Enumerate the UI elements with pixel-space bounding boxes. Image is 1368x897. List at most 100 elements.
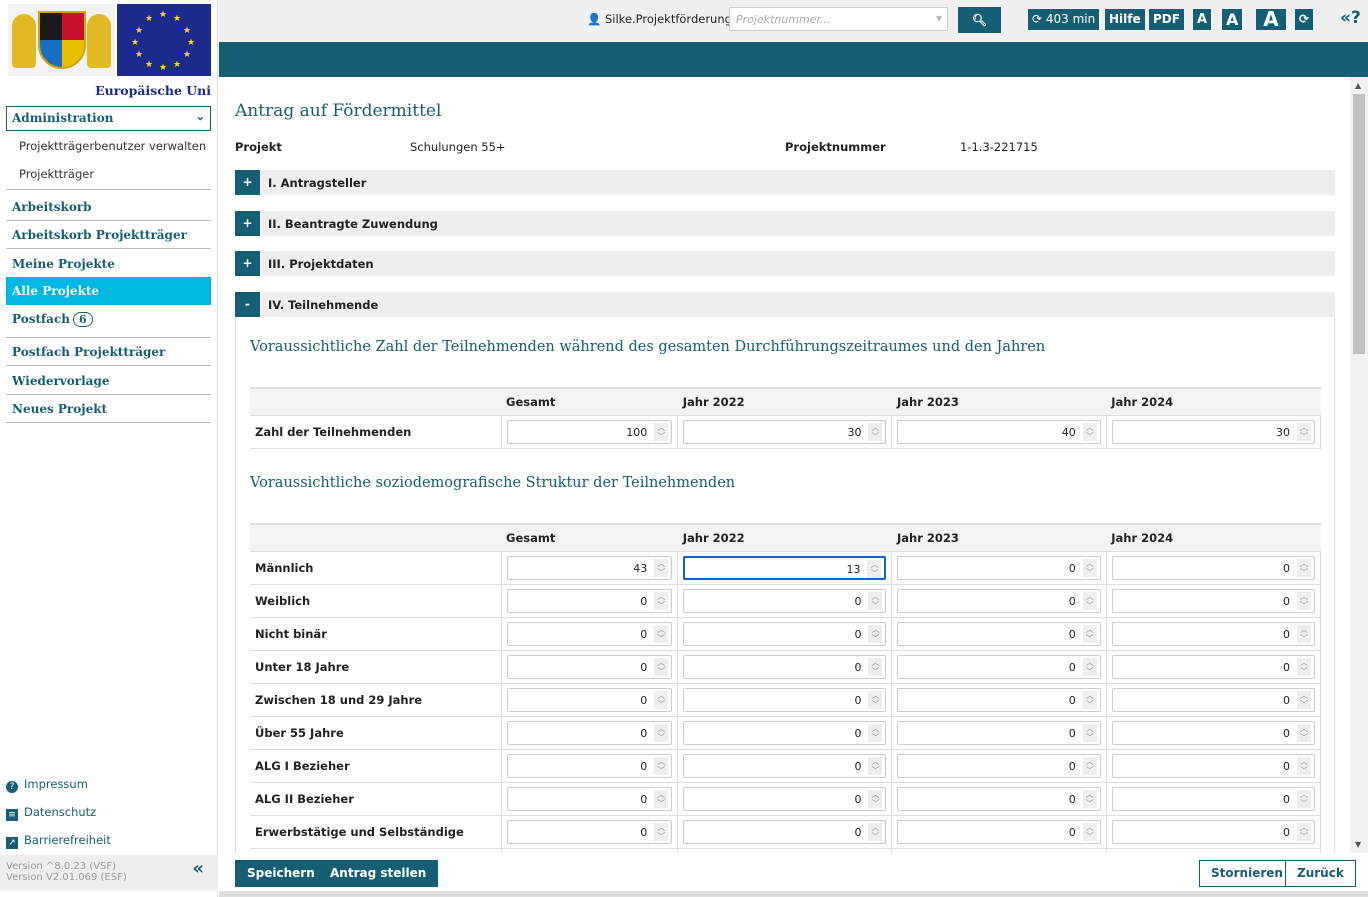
submit-application-button[interactable]: Antrag stellen — [318, 860, 439, 887]
scroll-down-icon[interactable]: ▼ — [1355, 840, 1361, 849]
spinner-icon[interactable]: ︿ ﹀ — [654, 822, 669, 841]
number-input[interactable]: 0 ︿ ﹀ — [506, 588, 673, 613]
number-input[interactable]: 30 ︿ ﹀ — [1111, 419, 1315, 444]
number-input[interactable]: 0 ︿ ﹀ — [683, 753, 887, 778]
spinner-icon[interactable]: ︿ ﹀ — [1082, 591, 1097, 610]
back-button[interactable]: Zurück — [1285, 860, 1356, 887]
sidebar-item-wiedervorlage[interactable]: Wiedervorlage — [6, 367, 211, 395]
spinner-icon[interactable]: ︿ ﹀ — [1297, 756, 1311, 775]
section-header[interactable]: + III. Projektdaten — [235, 251, 1335, 276]
spinner-icon[interactable]: ︿ ﹀ — [1082, 789, 1097, 808]
spinner-icon[interactable]: ︿ ﹀ — [1297, 624, 1311, 643]
spinner-icon[interactable]: ︿ ﹀ — [654, 422, 669, 441]
spinner-icon[interactable]: ︿ ﹀ — [1082, 657, 1097, 676]
vertical-scrollbar[interactable]: ▲ ▼ — [1350, 77, 1368, 853]
spinner-icon[interactable]: ︿ ﹀ — [654, 657, 669, 676]
number-input[interactable]: 100 ︿ ﹀ — [506, 419, 673, 444]
spinner-icon[interactable]: ︿ ﹀ — [867, 559, 882, 578]
spinner-icon[interactable]: ︿ ﹀ — [868, 690, 883, 709]
spinner-icon[interactable]: ︿ ﹀ — [1297, 789, 1311, 808]
spinner-icon[interactable]: ︿ ﹀ — [654, 624, 669, 643]
number-input[interactable]: 0 ︿ ﹀ — [506, 720, 673, 745]
number-input[interactable]: 0 ︿ ﹀ — [897, 786, 1101, 811]
number-input[interactable]: 0 ︿ ﹀ — [1111, 621, 1315, 646]
search-button[interactable]: 🔍︎ — [958, 7, 1001, 33]
number-input[interactable]: 0 ︿ ﹀ — [683, 588, 887, 613]
number-input[interactable]: 0 ︿ ﹀ — [1111, 786, 1315, 811]
spinner-icon[interactable]: ︿ ﹀ — [654, 723, 669, 742]
spinner-icon[interactable]: ︿ ﹀ — [868, 789, 883, 808]
spinner-icon[interactable]: ︿ ﹀ — [868, 723, 883, 742]
number-input[interactable]: 0 ︿ ﹀ — [897, 819, 1101, 844]
horizontal-scrollbar[interactable] — [219, 891, 1368, 897]
number-input[interactable]: 0 ︿ ﹀ — [506, 819, 673, 844]
collapse-icon[interactable]: - — [235, 292, 260, 317]
sidebar-item-neues-projekt[interactable]: Neues Projekt — [6, 395, 211, 423]
spinner-icon[interactable]: ︿ ﹀ — [654, 591, 669, 610]
number-input[interactable]: 0 ︿ ﹀ — [683, 819, 887, 844]
spinner-icon[interactable]: ︿ ﹀ — [1082, 624, 1097, 643]
number-input[interactable]: 0 ︿ ﹀ — [897, 687, 1101, 712]
number-input[interactable]: 0 ︿ ﹀ — [506, 753, 673, 778]
number-input[interactable]: 0 ︿ ﹀ — [683, 720, 887, 745]
impressum-link[interactable]: ? Impressum — [6, 777, 88, 793]
font-size-large-button[interactable]: A — [1256, 9, 1286, 30]
font-size-small-button[interactable]: A — [1193, 9, 1212, 30]
expand-icon[interactable]: + — [235, 170, 260, 195]
number-input[interactable]: 0 ︿ ﹀ — [1111, 720, 1315, 745]
administration-select[interactable]: Administration ⌄ — [6, 106, 211, 131]
sidebar-item-alle-projekte[interactable]: Alle Projekte — [6, 277, 211, 305]
spinner-icon[interactable]: ︿ ﹀ — [868, 756, 883, 775]
spinner-icon[interactable]: ︿ ﹀ — [1082, 822, 1097, 841]
number-input[interactable]: 0 ︿ ﹀ — [506, 621, 673, 646]
help-icon[interactable]: «? — [1340, 8, 1361, 28]
spinner-icon[interactable]: ︿ ﹀ — [1297, 690, 1311, 709]
number-input[interactable]: 0 ︿ ﹀ — [683, 687, 887, 712]
sidebar-subitem-projekttraeger[interactable]: Projektträger — [19, 167, 94, 181]
number-input[interactable]: 0 ︿ ﹀ — [683, 786, 887, 811]
help-button[interactable]: Hilfe — [1105, 9, 1145, 30]
number-input[interactable]: 0 ︿ ﹀ — [683, 621, 887, 646]
cancel-button[interactable]: Stornieren — [1199, 860, 1295, 887]
sidebar-subitem-projekttraegerbenutzer[interactable]: Projektträgerbenutzer verwalten — [19, 139, 206, 153]
spinner-icon[interactable]: ︿ ﹀ — [1297, 723, 1311, 742]
number-input[interactable]: 43 ︿ ﹀ — [506, 555, 673, 580]
spinner-icon[interactable]: ︿ ﹀ — [868, 591, 883, 610]
number-input[interactable]: 0 ︿ ﹀ — [1111, 753, 1315, 778]
pdf-button[interactable]: PDF — [1149, 9, 1184, 30]
datenschutz-link[interactable]: ≡ Datenschutz — [6, 805, 96, 821]
spinner-icon[interactable]: ︿ ﹀ — [1082, 690, 1097, 709]
number-input[interactable]: 13 ︿ ﹀ — [683, 555, 887, 580]
spinner-icon[interactable]: ︿ ﹀ — [1297, 558, 1311, 577]
spinner-icon[interactable]: ︿ ﹀ — [868, 657, 883, 676]
number-input[interactable]: 0 ︿ ﹀ — [1111, 654, 1315, 679]
sidebar-item-postfach[interactable]: Postfach 6 — [6, 305, 211, 338]
spinner-icon[interactable]: ︿ ﹀ — [868, 422, 883, 441]
section-header[interactable]: + I. Antragsteller — [235, 170, 1335, 195]
spinner-icon[interactable]: ︿ ﹀ — [1082, 558, 1097, 577]
barrierefreiheit-link[interactable]: ↗ Barrierefreiheit — [6, 833, 111, 849]
spinner-icon[interactable]: ︿ ﹀ — [1297, 591, 1311, 610]
number-input[interactable]: 0 ︿ ﹀ — [897, 621, 1101, 646]
sidebar-item-meine-projekte[interactable]: Meine Projekte — [6, 250, 211, 278]
number-input[interactable]: 0 ︿ ﹀ — [683, 654, 887, 679]
section-header[interactable]: - IV. Teilnehmende — [235, 292, 1335, 317]
number-input[interactable]: 0 ︿ ﹀ — [1111, 588, 1315, 613]
spinner-icon[interactable]: ︿ ﹀ — [1082, 422, 1097, 441]
number-input[interactable]: 0 ︿ ﹀ — [897, 654, 1101, 679]
section-header[interactable]: + II. Beantragte Zuwendung — [235, 211, 1335, 236]
number-input[interactable]: 0 ︿ ﹀ — [897, 588, 1101, 613]
spinner-icon[interactable]: ︿ ﹀ — [1082, 723, 1097, 742]
number-input[interactable]: 0 ︿ ﹀ — [506, 786, 673, 811]
spinner-icon[interactable]: ︿ ﹀ — [1297, 422, 1311, 441]
number-input[interactable]: 0 ︿ ﹀ — [506, 654, 673, 679]
number-input[interactable]: 0 ︿ ﹀ — [1111, 687, 1315, 712]
scroll-up-icon[interactable]: ▲ — [1355, 81, 1361, 90]
expand-icon[interactable]: + — [235, 251, 260, 276]
spinner-icon[interactable]: ︿ ﹀ — [1297, 822, 1311, 841]
expand-icon[interactable]: + — [235, 211, 260, 236]
sidebar-item-postfach-projekttraeger[interactable]: Postfach Projektträger — [6, 338, 211, 366]
number-input[interactable]: 0 ︿ ﹀ — [1111, 555, 1315, 580]
spinner-icon[interactable]: ︿ ﹀ — [654, 789, 669, 808]
sidebar-item-arbeitskorb-projekttraeger[interactable]: Arbeitskorb Projektträger — [6, 221, 211, 249]
